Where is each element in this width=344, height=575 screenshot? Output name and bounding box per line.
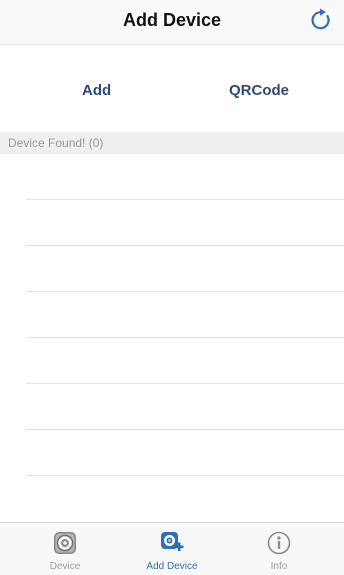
page-title: Add Device: [122, 10, 222, 30]
table-row[interactable]: [0, 246, 344, 292]
table-row[interactable]: [0, 154, 344, 200]
tab-add-device-label: Add Device: [146, 561, 198, 572]
tab-bar: Device Add Device Info: [0, 522, 344, 575]
info-icon: [267, 531, 291, 555]
table-row[interactable]: [0, 292, 344, 338]
add-camera-icon: [161, 532, 184, 551]
navigation-bar: Add Device: [0, 0, 344, 45]
table-row[interactable]: [0, 430, 344, 476]
tab-device[interactable]: Device: [8, 523, 122, 575]
qrcode-button[interactable]: QRCode: [229, 82, 289, 99]
table-row[interactable]: [0, 200, 344, 246]
tab-device-label: Device: [49, 561, 81, 572]
refresh-button[interactable]: [308, 7, 334, 33]
tab-info[interactable]: Info: [222, 523, 336, 575]
add-button[interactable]: Add: [82, 82, 111, 99]
device-list: [0, 154, 344, 522]
table-row[interactable]: [0, 476, 344, 522]
add-device-screen: Add Device Add QRCode Device Found! (0): [0, 0, 344, 575]
refresh-icon: [311, 8, 330, 30]
tab-add-device[interactable]: Add Device: [115, 523, 229, 575]
tab-info-label: Info: [270, 561, 288, 572]
add-actions: Add QRCode: [0, 44, 344, 132]
table-row[interactable]: [0, 338, 344, 384]
camera-icon: [54, 532, 76, 554]
table-row[interactable]: [0, 384, 344, 430]
device-found-header: Device Found! (0): [0, 132, 344, 154]
device-found-label: Device Found! (0): [8, 136, 104, 150]
